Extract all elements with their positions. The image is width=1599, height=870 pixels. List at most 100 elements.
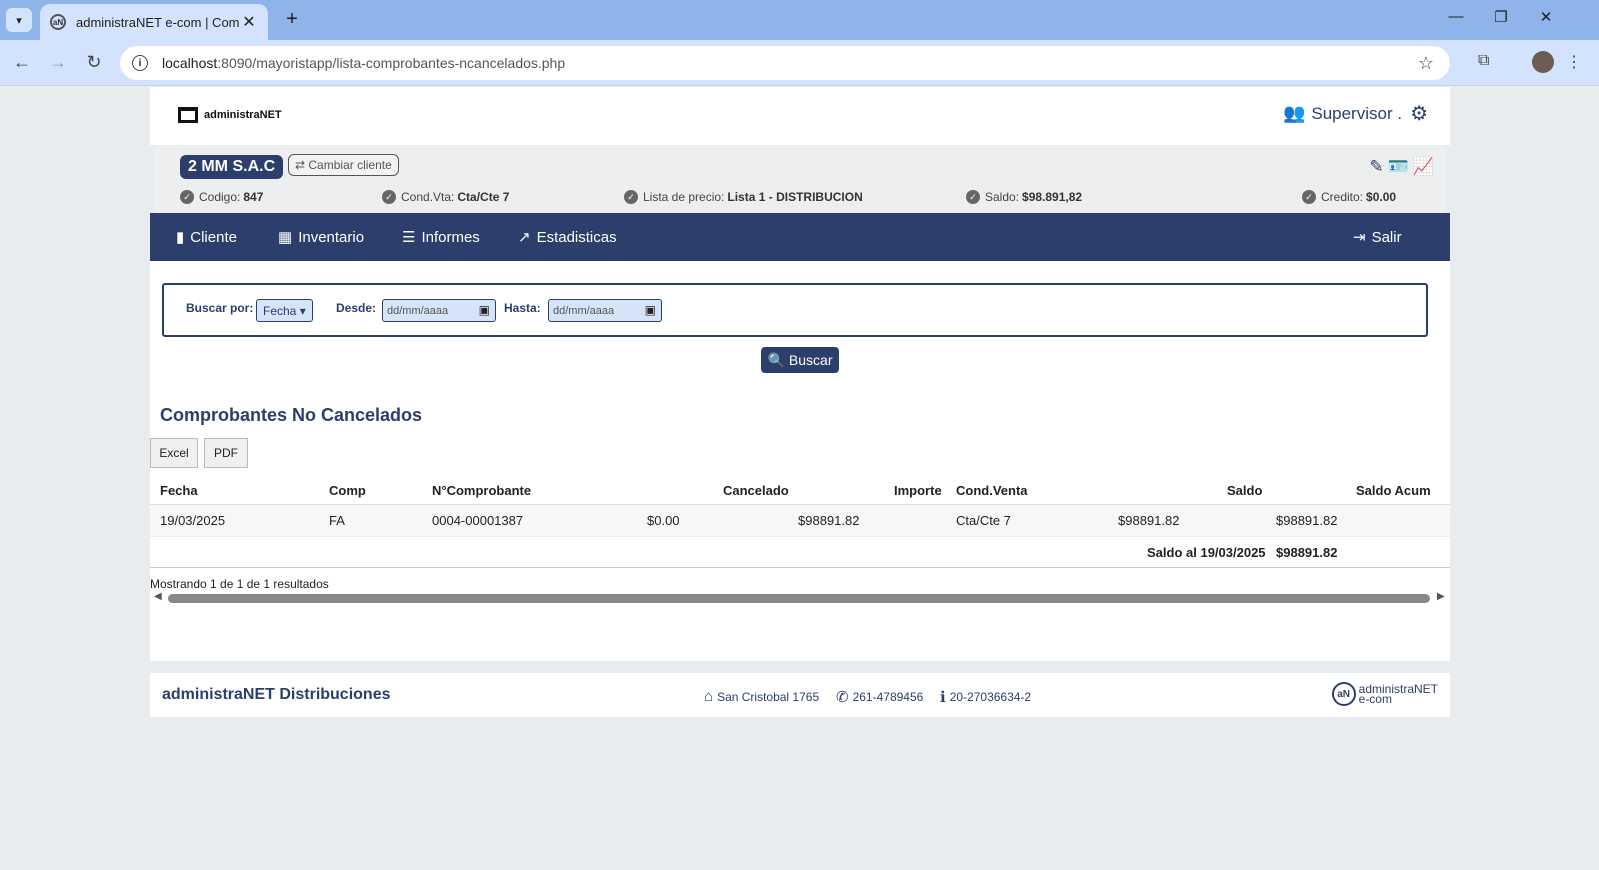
search-panel: Buscar por: Fecha ▾ Desde: dd/mm/aaaa ▣ H… — [150, 261, 1450, 383]
hasta-date-input[interactable]: dd/mm/aaaa ▣ — [548, 299, 662, 322]
cell-saldo-acum: $98891.82 — [1276, 513, 1338, 528]
reload-icon[interactable]: ↻ — [82, 52, 106, 73]
main-nav: ▮ Cliente ▦ Inventario ☰ Informes ↗ Estadist… — [150, 213, 1450, 261]
buscar-button[interactable]: 🔍 Buscar — [761, 347, 839, 373]
change-client-button[interactable]: ⇄ Cambiar cliente — [288, 154, 399, 176]
browser-tab[interactable]: aN administraNET e-com | Compro ✕ — [40, 4, 268, 40]
client-info-box: 2 MM S.A.C ⇄ Cambiar cliente ✎ 🪪 📈 ✓ Cod… — [154, 145, 1446, 213]
back-icon[interactable]: ← — [10, 52, 34, 73]
user-name: Supervisor . — [1311, 103, 1403, 123]
contact-book-icon: ▮ — [176, 229, 185, 246]
col-condventa[interactable]: Cond.Venta — [956, 483, 1028, 498]
list-icon: ☰ — [402, 229, 416, 246]
footer-cuit: ℹ 20-27036634-2 — [940, 688, 1031, 706]
buscar-por-label: Buscar por: — [186, 301, 254, 315]
col-importe[interactable]: Importe — [894, 483, 942, 498]
calendar-icon[interactable]: ▣ — [479, 303, 490, 317]
table-footer: Saldo al 19/03/2025 $98891.82 — [150, 537, 1450, 568]
nav-estadisticas[interactable]: ↗ Estadisticas — [518, 228, 617, 247]
close-window-button[interactable]: ✕ — [1526, 8, 1566, 26]
footer-cuit-text: 20-27036634-2 — [949, 690, 1032, 704]
nav-informes[interactable]: ☰ Informes — [402, 228, 480, 247]
lista-label: Lista de precio: — [643, 190, 725, 204]
footer-phone: ✆ 261-4789456 — [836, 688, 923, 706]
desde-placeholder: dd/mm/aaaa — [387, 305, 449, 317]
footer-address-text: San Cristobal 1765 — [717, 689, 820, 704]
scroll-left-icon[interactable]: ◀ — [154, 591, 162, 602]
credito-value: $0.00 — [1366, 190, 1397, 204]
scroll-right-icon[interactable]: ▶ — [1437, 591, 1445, 602]
footer-phone-text: 261-4789456 — [852, 690, 924, 704]
client-name-badge: 2 MM S.A.C — [180, 155, 284, 179]
nav-inventario[interactable]: ▦ Inventario — [278, 228, 364, 247]
codigo-value: 847 — [243, 190, 264, 204]
calendar-icon[interactable]: ▣ — [645, 303, 656, 317]
browser-tab-bar: ▾ aN administraNET e-com | Compro ✕ + — … — [0, 0, 1599, 40]
browser-menu-icon[interactable]: ⋮ — [1566, 52, 1582, 72]
logo-text: administraNET — [204, 109, 282, 121]
site-footer: administraNET Distribuciones ⌂ San Cristo… — [150, 673, 1450, 717]
col-saldo-acum[interactable]: Saldo Acum — [1356, 483, 1431, 498]
bookmark-star-icon[interactable]: ☆ — [1418, 53, 1434, 74]
pdf-button[interactable]: PDF — [204, 438, 248, 468]
table-row[interactable]: 19/03/2025 FA 0004-00001387 $0.00 $98891… — [150, 505, 1450, 537]
url-host: localhost — [162, 55, 218, 71]
hasta-placeholder: dd/mm/aaaa — [553, 305, 615, 317]
extensions-icon[interactable]: ⧉ — [1478, 52, 1489, 70]
credito-label: Credito: — [1321, 190, 1364, 204]
tab-title: administraNET e-com | Compro — [76, 14, 240, 30]
user-menu[interactable]: 👥 Supervisor . ⚙ — [1283, 101, 1428, 126]
tab-close-icon[interactable]: ✕ — [240, 12, 258, 32]
check-circle-icon: ✓ — [382, 190, 396, 204]
page-title: Comprobantes No Cancelados — [160, 405, 423, 425]
home-icon: ⌂ — [704, 688, 714, 705]
chart-line-icon[interactable]: 📈 — [1413, 157, 1434, 177]
new-tab-button[interactable]: + — [280, 8, 304, 32]
scrollbar-thumb[interactable] — [168, 594, 1430, 603]
col-fecha[interactable]: Fecha — [160, 483, 198, 498]
restore-button[interactable]: ❐ — [1481, 8, 1521, 26]
info-codigo: ✓ Codigo: 847 — [180, 190, 263, 204]
cell-comp: FA — [329, 513, 345, 528]
col-numero[interactable]: N°Comprobante — [432, 483, 531, 498]
sign-out-icon: ⇥ — [1353, 229, 1366, 246]
tab-search-button[interactable]: ▾ — [6, 8, 32, 32]
boxes-icon: ▦ — [278, 229, 293, 246]
condvta-label: Cond.Vta: — [401, 190, 455, 204]
forward-icon[interactable]: → — [46, 52, 70, 73]
excel-button[interactable]: Excel — [150, 438, 198, 468]
info-lista: ✓ Lista de precio: Lista 1 - DISTRIBUCION — [624, 190, 863, 204]
buscar-por-select[interactable]: Fecha ▾ — [256, 299, 313, 322]
horizontal-scrollbar[interactable]: ◀ ▶ — [150, 591, 1450, 605]
id-card-icon[interactable]: 🪪 — [1388, 157, 1409, 177]
buscar-por-value: Fecha — [263, 304, 297, 318]
gear-icon[interactable]: ⚙ — [1410, 101, 1428, 126]
search-filter-box: Buscar por: Fecha ▾ Desde: dd/mm/aaaa ▣ H… — [162, 283, 1428, 337]
users-icon: 👥 — [1282, 103, 1306, 123]
col-comp[interactable]: Comp — [329, 483, 366, 498]
cell-importe: $98891.82 — [798, 513, 860, 528]
lista-value: Lista 1 - DISTRIBUCION — [727, 190, 863, 204]
col-cancelado[interactable]: Cancelado — [723, 483, 789, 498]
nav-salir[interactable]: ⇥ Salir — [1353, 228, 1402, 247]
footer-saldo-value: $98891.82 — [1276, 545, 1338, 560]
results-count: Mostrando 1 de 1 de 1 resultados — [150, 577, 329, 591]
codigo-label: Codigo: — [199, 190, 241, 204]
chart-line-icon: ↗ — [518, 229, 531, 246]
url-field[interactable]: i localhost:8090/mayoristapp/lista-compr… — [120, 46, 1450, 80]
desde-date-input[interactable]: dd/mm/aaaa ▣ — [382, 299, 496, 322]
info-icon: ℹ — [940, 689, 946, 706]
site-info-icon[interactable]: i — [132, 55, 148, 71]
site-logo[interactable]: administraNET — [178, 107, 282, 123]
edit-icon[interactable]: ✎ — [1369, 157, 1383, 177]
footer-logo-sub: e-com — [1358, 692, 1392, 706]
profile-avatar[interactable] — [1532, 51, 1554, 73]
footer-saldo-label: Saldo al 19/03/2025 — [1147, 545, 1266, 560]
cell-numero: 0004-00001387 — [432, 513, 524, 528]
col-saldo[interactable]: Saldo — [1227, 483, 1262, 498]
favicon-icon: aN — [50, 14, 66, 30]
nav-cliente[interactable]: ▮ Cliente — [176, 228, 237, 247]
minimize-button[interactable]: — — [1436, 8, 1476, 25]
check-circle-icon: ✓ — [1302, 190, 1316, 204]
cell-fecha: 19/03/2025 — [160, 513, 226, 528]
